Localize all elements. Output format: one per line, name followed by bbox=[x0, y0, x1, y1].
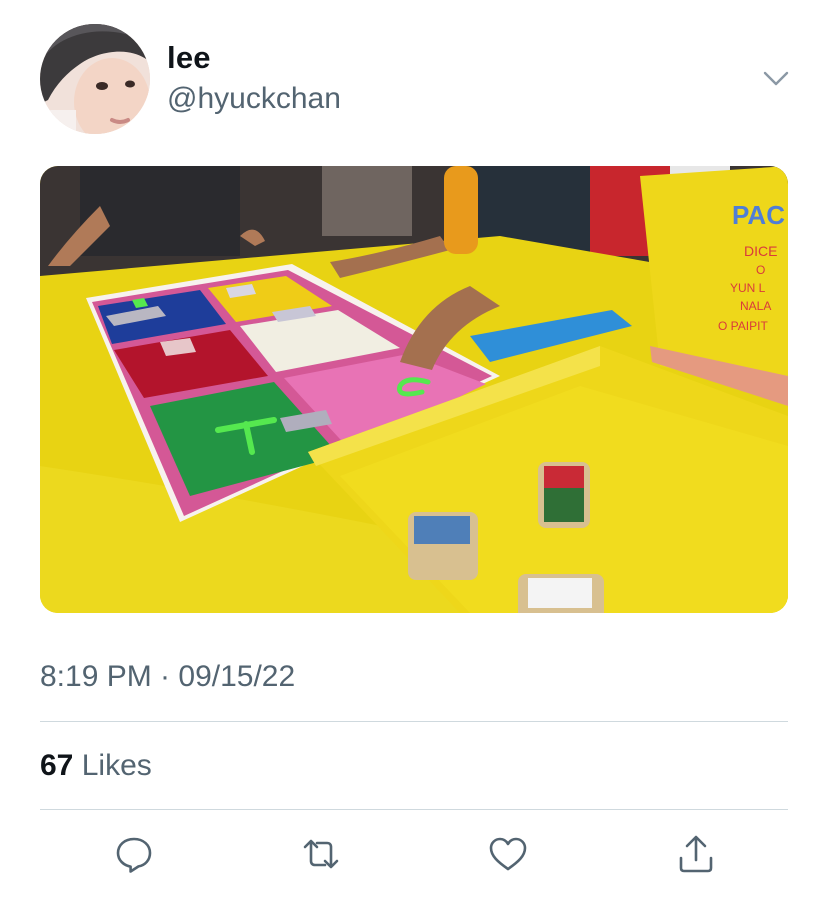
display-name[interactable]: lee bbox=[167, 40, 211, 76]
white-die bbox=[518, 574, 604, 613]
tweet-timestamp[interactable]: 8:19 PM · 09/15/22 bbox=[40, 660, 295, 694]
sign-text-yun: YUN L bbox=[730, 281, 766, 295]
sign-text-dice: DICE bbox=[744, 243, 777, 259]
avatar[interactable] bbox=[40, 24, 150, 134]
blue-die bbox=[408, 512, 478, 580]
reply-button[interactable] bbox=[112, 832, 156, 876]
chevron-down-icon[interactable] bbox=[760, 66, 792, 90]
sign-text-paipit: O PAIPIT bbox=[718, 319, 768, 333]
share-icon bbox=[679, 835, 713, 873]
like-button[interactable] bbox=[486, 832, 530, 876]
likes-count: 67 bbox=[40, 749, 74, 782]
user-handle[interactable]: @hyuckchan bbox=[167, 82, 341, 116]
share-button[interactable] bbox=[674, 832, 718, 876]
sign-text-nala: NALA bbox=[740, 299, 771, 313]
divider bbox=[40, 809, 788, 810]
red-die bbox=[538, 462, 590, 528]
tweet-photo[interactable]: PAC DICE O YUN L NALA O PAIPIT bbox=[40, 166, 788, 613]
profile-photo bbox=[40, 24, 150, 134]
retweet-button[interactable] bbox=[299, 832, 343, 876]
heart-icon bbox=[489, 837, 527, 871]
retweet-icon bbox=[303, 839, 339, 869]
sign-text-o: O bbox=[756, 263, 765, 277]
comment-bubble-icon bbox=[116, 837, 152, 873]
likes-stat[interactable]: 67 Likes bbox=[40, 749, 152, 783]
sign-text-pac: PAC bbox=[732, 200, 785, 230]
divider bbox=[40, 721, 788, 722]
likes-label: Likes bbox=[81, 749, 152, 782]
